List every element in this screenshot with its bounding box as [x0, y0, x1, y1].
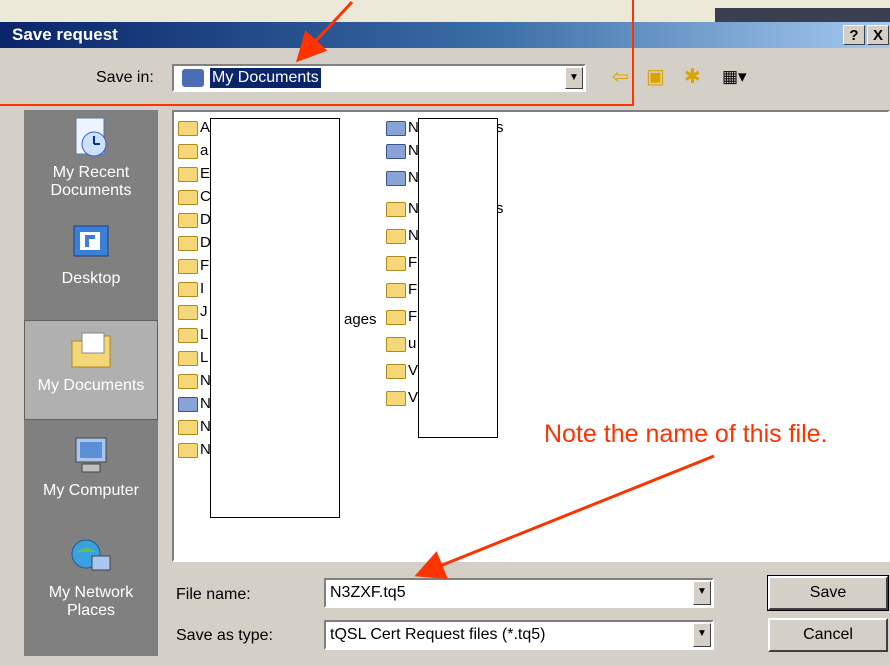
annotation-arrows: [295, 0, 715, 579]
annotation-arrow-file-name: [414, 454, 715, 579]
annotation-arrow-save-in: [295, 0, 354, 63]
